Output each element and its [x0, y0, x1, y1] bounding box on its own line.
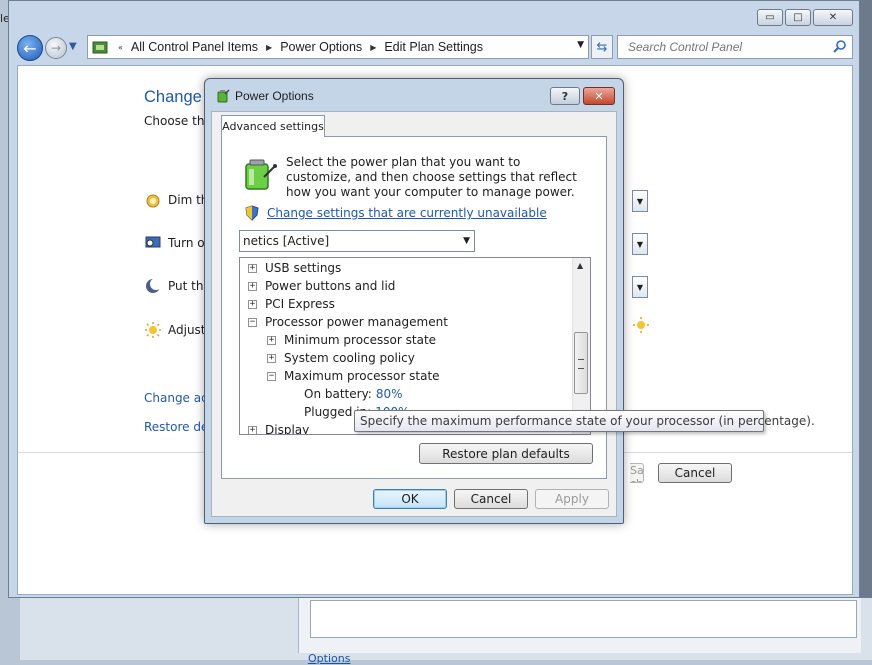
settings-tree: + USB settings + Power buttons and lid +… [239, 257, 591, 435]
scroll-thumb[interactable] [574, 332, 588, 394]
expand-icon[interactable]: + [267, 335, 276, 345]
tree-item-label: USB settings [265, 261, 342, 275]
minimize-button[interactable]: ▭ [757, 9, 783, 26]
breadcrumb-overflow-icon[interactable]: « [118, 43, 123, 52]
dim-display-dropdown[interactable]: ▼ [632, 190, 648, 212]
tree-item-processor-power[interactable]: − Processor power management [248, 315, 448, 329]
intro-text: Select the power plan that you want to c… [286, 155, 577, 199]
search-icon[interactable] [832, 39, 848, 55]
tree-item-label: Maximum processor state [284, 369, 440, 383]
chevron-down-icon: ▼ [463, 236, 470, 246]
refresh-button[interactable]: ⇆ [591, 35, 613, 59]
address-dropdown-icon[interactable]: ▼ [577, 40, 584, 50]
ok-button[interactable]: OK [373, 489, 447, 509]
tree-item-label: On battery: [304, 387, 372, 401]
dialog-title: Power Options [235, 89, 314, 103]
dialog-cancel-button[interactable]: Cancel [454, 489, 528, 509]
dialog-body: Advanced settings Select the power plan … [211, 111, 617, 517]
address-bar[interactable]: « All Control Panel Items ▶ Power Option… [87, 35, 589, 59]
sleep-icon [146, 278, 162, 293]
search-box[interactable] [617, 35, 853, 59]
expand-icon[interactable]: + [248, 299, 257, 309]
breadcrumb-chevron-icon[interactable]: ▶ [266, 43, 272, 52]
shield-icon [245, 205, 259, 221]
breadcrumb-all-items[interactable]: All Control Panel Items [131, 40, 258, 54]
sleep-dropdown[interactable]: ▼ [632, 276, 648, 298]
tree-item-label: Power buttons and lid [265, 279, 396, 293]
tree-item-label: Processor power management [265, 315, 448, 329]
power-options-icon [217, 89, 230, 103]
tree-item-display[interactable]: + Display [248, 423, 310, 435]
page-title: Change settings for the plan [144, 88, 208, 106]
breadcrumb-edit-plan[interactable]: Edit Plan Settings [384, 40, 483, 54]
tree-item-label: Display [265, 423, 310, 435]
expand-icon[interactable]: + [267, 353, 276, 363]
navigation-bar: ← → ▼ « All Control Panel Items ▶ Power … [17, 35, 853, 61]
scroll-up-icon[interactable]: ▲ [577, 261, 583, 270]
tree-scrollbar[interactable]: ▲ [572, 258, 590, 434]
apply-button[interactable]: Apply [535, 489, 609, 509]
maximize-button[interactable]: □ [785, 9, 811, 26]
dim-display-icon [146, 194, 160, 208]
tree-item-label: PCI Express [265, 297, 335, 311]
breadcrumb-chevron-icon[interactable]: ▶ [370, 43, 376, 52]
scroll-grip [578, 359, 584, 369]
background-options-link[interactable]: Options [308, 652, 350, 665]
control-panel-icon [92, 41, 108, 54]
tooltip: Specify the maximum performance state of… [354, 410, 815, 432]
save-changes-button[interactable]: Save changes [630, 463, 644, 483]
brightness-high-icon [633, 317, 649, 333]
refresh-icon: ⇆ [596, 39, 608, 55]
search-input[interactable] [626, 39, 830, 55]
background-text-area [310, 600, 857, 638]
tab-advanced-settings[interactable]: Advanced settings [221, 115, 325, 137]
history-dropdown-icon[interactable]: ▼ [69, 41, 77, 52]
power-options-dialog: Power Options ? ✕ Advanced settings Sele… [204, 78, 624, 524]
display-off-icon [145, 236, 161, 248]
change-advanced-settings-link[interactable]: Change advanced power settings [144, 391, 210, 405]
expand-icon[interactable]: + [248, 281, 257, 291]
tree-item-min-processor-state[interactable]: + Minimum processor state [267, 333, 436, 347]
back-button[interactable]: ← [17, 35, 43, 61]
close-button[interactable]: ✕ [813, 9, 853, 26]
tree-item-cooling-policy[interactable]: + System cooling policy [267, 351, 415, 365]
on-battery-value[interactable]: 80% [376, 387, 403, 401]
dialog-close-button[interactable]: ✕ [583, 87, 615, 105]
save-changes-label: Save changes [630, 464, 644, 482]
change-unavailable-settings-link[interactable]: Change settings that are currently unava… [267, 206, 547, 220]
plan-select-value: netics [Active] [243, 234, 330, 248]
back-arrow-icon: ← [23, 38, 37, 58]
page-subtitle: Choose the sleep and display settings [144, 114, 204, 128]
forward-arrow-icon: → [50, 41, 62, 55]
plan-select[interactable]: netics [Active] ▼ [239, 230, 475, 252]
tree-item-label: Minimum processor state [284, 333, 437, 347]
cancel-button[interactable]: Cancel [658, 463, 732, 483]
tree-item-max-processor-state[interactable]: − Maximum processor state [267, 369, 440, 383]
collapse-icon[interactable]: − [248, 317, 257, 327]
expand-icon[interactable]: + [248, 425, 257, 434]
forward-button[interactable]: → [45, 37, 67, 59]
brightness-icon [145, 322, 161, 338]
restore-defaults-link[interactable]: Restore default settings for this plan [144, 420, 210, 434]
tree-item-label: System cooling policy [284, 351, 415, 365]
battery-icon [245, 159, 277, 190]
expand-icon[interactable]: + [248, 263, 257, 273]
tree-item-power-buttons[interactable]: + Power buttons and lid [248, 279, 395, 293]
caption-buttons: ▭ □ ✕ [757, 9, 853, 26]
tree-item-usb[interactable]: + USB settings [248, 261, 341, 275]
help-button[interactable]: ? [550, 87, 580, 105]
tree-item-pci-express[interactable]: + PCI Express [248, 297, 335, 311]
tree-item-on-battery[interactable]: On battery: 80% [304, 387, 403, 401]
collapse-icon[interactable]: − [267, 371, 276, 381]
breadcrumb-power-options[interactable]: Power Options [280, 40, 362, 54]
display-off-dropdown[interactable]: ▼ [632, 233, 648, 255]
restore-plan-defaults-button[interactable]: Restore plan defaults [419, 443, 593, 464]
